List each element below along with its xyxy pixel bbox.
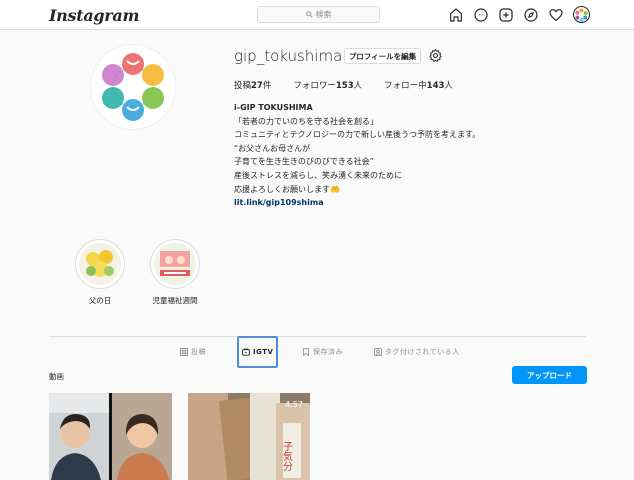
- instagram-logo[interactable]: Instagram: [49, 6, 139, 25]
- messenger-icon[interactable]: [473, 7, 489, 23]
- bio-line: コミュニティとテクノロジーの力で新しい産後うつ予防を考えます。: [234, 130, 481, 140]
- followers-stat[interactable]: フォロワー153人: [293, 79, 362, 91]
- top-nav-bar: Instagram 検索: [0, 0, 634, 30]
- edit-profile-button[interactable]: プロフィールを編集: [344, 48, 421, 64]
- following-stat[interactable]: フォロー中143人: [384, 79, 453, 91]
- highlight-cover: [150, 239, 200, 289]
- search-icon: [305, 11, 313, 18]
- explore-icon[interactable]: [523, 7, 539, 23]
- bio-line: 「若者の力でいのちを守る社会を創る」: [234, 116, 378, 126]
- bio-line: 産後ストレスを減らし、笑み湧く未来のために: [234, 170, 402, 180]
- bio-link[interactable]: lit.link/gip109shima: [234, 196, 480, 210]
- highlight-label: 児童福祉週間: [152, 296, 198, 305]
- profile-bio: i-GIP TOKUSHIMA 「若者の力でいのちを守る社会を創る」 コミュニテ…: [234, 101, 480, 210]
- section-title: 動画: [49, 372, 64, 381]
- igtv-video-thumbnail[interactable]: [49, 393, 172, 480]
- new-post-icon[interactable]: [498, 7, 514, 23]
- profile-tabs: 投稿 IGTV 保存済み タグ付けされている人: [0, 336, 634, 368]
- posts-stat: 投稿27件: [234, 81, 272, 91]
- bio-line: 子育てを生き生きのびのびできる社会”: [234, 157, 374, 167]
- profile-stats: 投稿27件 フォロワー153人 フォロー中143人: [234, 79, 453, 91]
- story-highlight-fathers-day[interactable]: 父の日: [70, 239, 130, 306]
- story-highlight-child-welfare-week[interactable]: 児童福祉週間: [145, 239, 205, 306]
- tab-posts[interactable]: 投稿: [180, 336, 206, 368]
- home-icon[interactable]: [448, 7, 464, 23]
- search-placeholder: 検索: [315, 10, 332, 19]
- highlight-label: 父の日: [88, 296, 112, 305]
- igtv-icon: [242, 348, 250, 356]
- activity-heart-icon[interactable]: [548, 7, 564, 23]
- grid-icon: [180, 348, 188, 356]
- bio-line: 応援よろしくお願いします🤲: [234, 184, 340, 194]
- tab-tagged[interactable]: タグ付けされている人: [374, 336, 460, 368]
- profile-avatar-icon[interactable]: [573, 6, 590, 23]
- tab-igtv[interactable]: IGTV: [237, 336, 279, 368]
- nav-icons: [448, 6, 590, 23]
- search-input[interactable]: 検索: [257, 6, 380, 23]
- tagged-icon: [374, 348, 382, 356]
- bio-line: “お父さんお母さんが: [234, 143, 311, 153]
- video-call-thumbnail-image: [49, 393, 172, 480]
- profile-username: gip_tokushima: [234, 47, 343, 65]
- highlight-cover: [75, 239, 125, 289]
- video-duration: 4:57: [285, 400, 303, 409]
- bookmark-icon: [303, 348, 309, 356]
- igtv-video-thumbnail[interactable]: 子気分 4:57: [188, 393, 310, 480]
- settings-gear-icon[interactable]: [428, 48, 443, 63]
- bio-name: i-GIP TOKUSHIMA: [234, 103, 313, 112]
- profile-picture[interactable]: [90, 44, 176, 130]
- svg-text:子気分: 子気分: [281, 441, 293, 472]
- i-gip-logo: [102, 53, 164, 121]
- upload-button[interactable]: アップロード: [512, 366, 587, 384]
- tab-saved[interactable]: 保存済み: [302, 336, 343, 368]
